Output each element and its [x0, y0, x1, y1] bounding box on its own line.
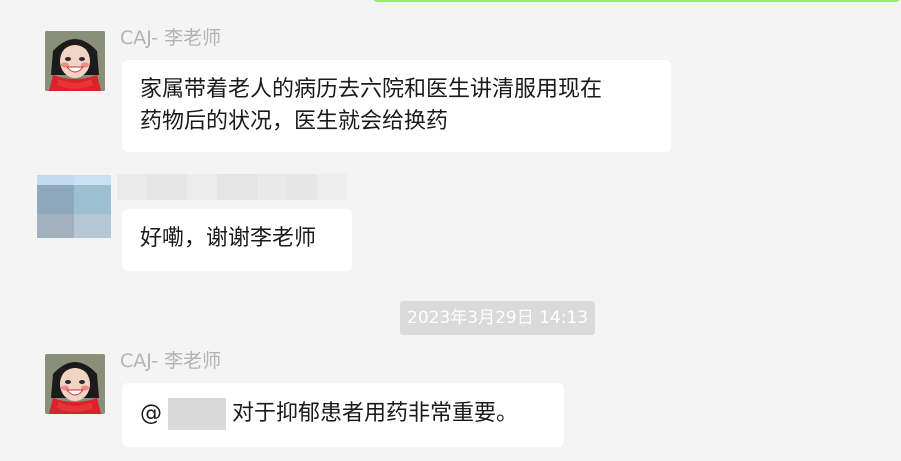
sender-name: CAJ- 李老师 — [120, 27, 222, 49]
user-avatar-icon[interactable] — [37, 175, 111, 250]
message-text: 好嘞，谢谢李老师 — [140, 226, 317, 251]
own-message-bubble[interactable] — [372, 0, 901, 2]
message-text: 对于抑郁患者用药非常重要。 — [232, 401, 519, 426]
timestamp: 2023年3月29日 14:13 — [400, 301, 596, 335]
sender-name-blurred — [117, 174, 347, 200]
message-bubble[interactable]: @ 对于抑郁患者用药非常重要。 — [122, 383, 564, 447]
message-text-line: 药物后的状况，医生就会给换药 — [140, 109, 449, 134]
message-text-line: 家属带着老人的病历去六院和医生讲清服用现在 — [140, 77, 603, 102]
teacher-avatar-icon[interactable] — [45, 31, 105, 91]
mention-at: @ — [140, 401, 162, 426]
message-bubble[interactable]: 家属带着老人的病历去六院和医生讲清服用现在 药物后的状况，医生就会给换药 — [122, 60, 671, 152]
sender-name: CAJ- 李老师 — [120, 350, 222, 372]
teacher-avatar-icon[interactable] — [45, 354, 105, 414]
message-bubble[interactable]: 好嘞，谢谢李老师 — [122, 209, 352, 271]
redacted-mention — [168, 398, 226, 430]
